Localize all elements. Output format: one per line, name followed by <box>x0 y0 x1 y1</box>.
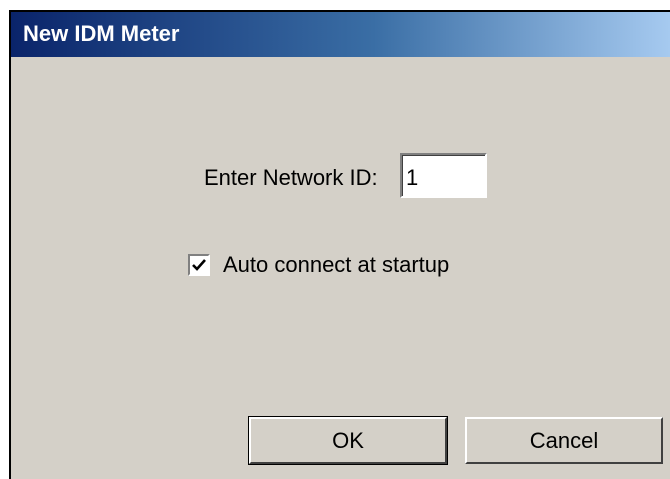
window-title: New IDM Meter <box>23 21 180 46</box>
network-id-input[interactable]: 1 <box>400 153 487 198</box>
title-bar[interactable]: New IDM Meter <box>11 12 670 57</box>
auto-connect-checkbox[interactable] <box>188 254 210 276</box>
cancel-button[interactable]: Cancel <box>465 417 663 464</box>
network-id-label: Enter Network ID: <box>204 165 378 190</box>
check-icon <box>192 259 206 271</box>
new-idm-meter-dialog: New IDM Meter Enter Network ID: 1 Auto c… <box>9 10 670 479</box>
ok-button[interactable]: OK <box>248 416 448 465</box>
auto-connect-label[interactable]: Auto connect at startup <box>223 252 449 278</box>
